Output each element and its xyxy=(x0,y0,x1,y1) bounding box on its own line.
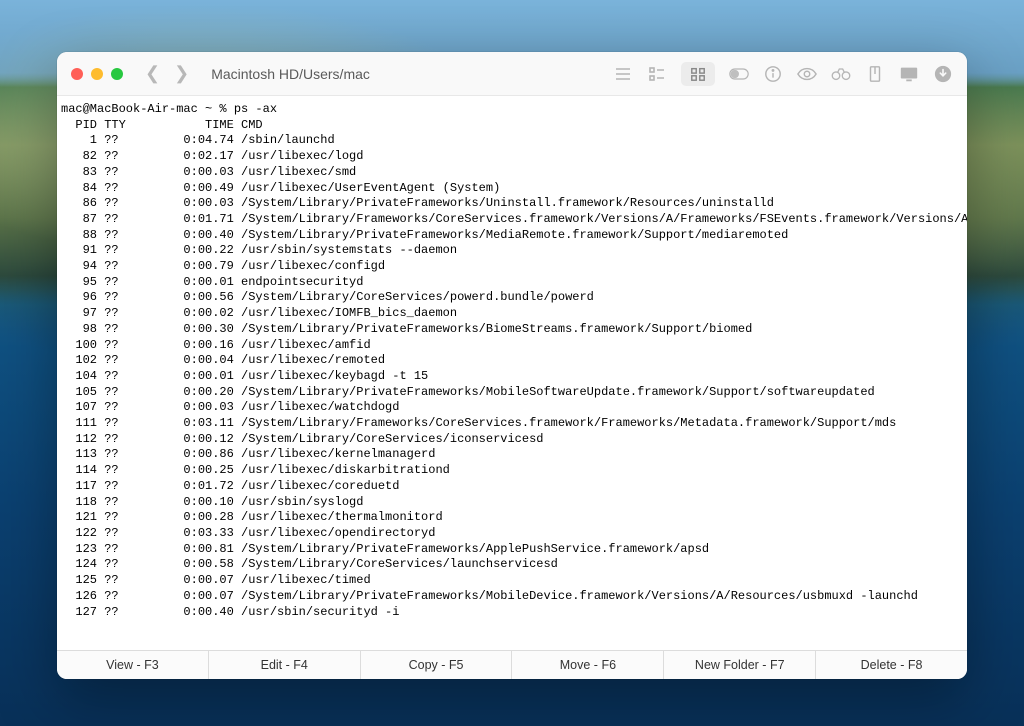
close-button[interactable] xyxy=(71,68,83,80)
archive-icon[interactable] xyxy=(865,65,885,83)
toggle-icon[interactable] xyxy=(729,65,749,83)
download-icon[interactable] xyxy=(933,65,953,83)
path-title: Macintosh HD/Users/mac xyxy=(211,66,370,82)
move-button[interactable]: Move - F6 xyxy=(512,651,664,679)
toolbar xyxy=(613,62,953,86)
view-button[interactable]: View - F3 xyxy=(57,651,209,679)
delete-button[interactable]: Delete - F8 xyxy=(816,651,967,679)
terminal-pane[interactable]: mac@MacBook-Air-mac ~ % ps -ax PID TTY T… xyxy=(57,96,967,650)
grid-view-icon[interactable] xyxy=(681,62,715,86)
minimize-button[interactable] xyxy=(91,68,103,80)
monitor-icon[interactable] xyxy=(899,65,919,83)
forward-button[interactable]: ❯ xyxy=(170,63,193,84)
titlebar: ❮ ❯ Macintosh HD/Users/mac xyxy=(57,52,967,96)
maximize-button[interactable] xyxy=(111,68,123,80)
info-icon[interactable] xyxy=(763,65,783,83)
copy-button[interactable]: Copy - F5 xyxy=(361,651,513,679)
app-window: ❮ ❯ Macintosh HD/Users/mac mac@MacBook-A… xyxy=(57,52,967,679)
column-view-icon[interactable] xyxy=(647,65,667,83)
list-view-icon[interactable] xyxy=(613,65,633,83)
traffic-lights xyxy=(71,68,123,80)
edit-button[interactable]: Edit - F4 xyxy=(209,651,361,679)
back-button[interactable]: ❮ xyxy=(141,63,164,84)
binoculars-icon[interactable] xyxy=(831,65,851,83)
bottom-function-bar: View - F3 Edit - F4 Copy - F5 Move - F6 … xyxy=(57,650,967,679)
nav-arrows: ❮ ❯ xyxy=(141,63,193,84)
preview-icon[interactable] xyxy=(797,65,817,83)
new-folder-button[interactable]: New Folder - F7 xyxy=(664,651,816,679)
terminal-output: mac@MacBook-Air-mac ~ % ps -ax PID TTY T… xyxy=(61,102,963,620)
